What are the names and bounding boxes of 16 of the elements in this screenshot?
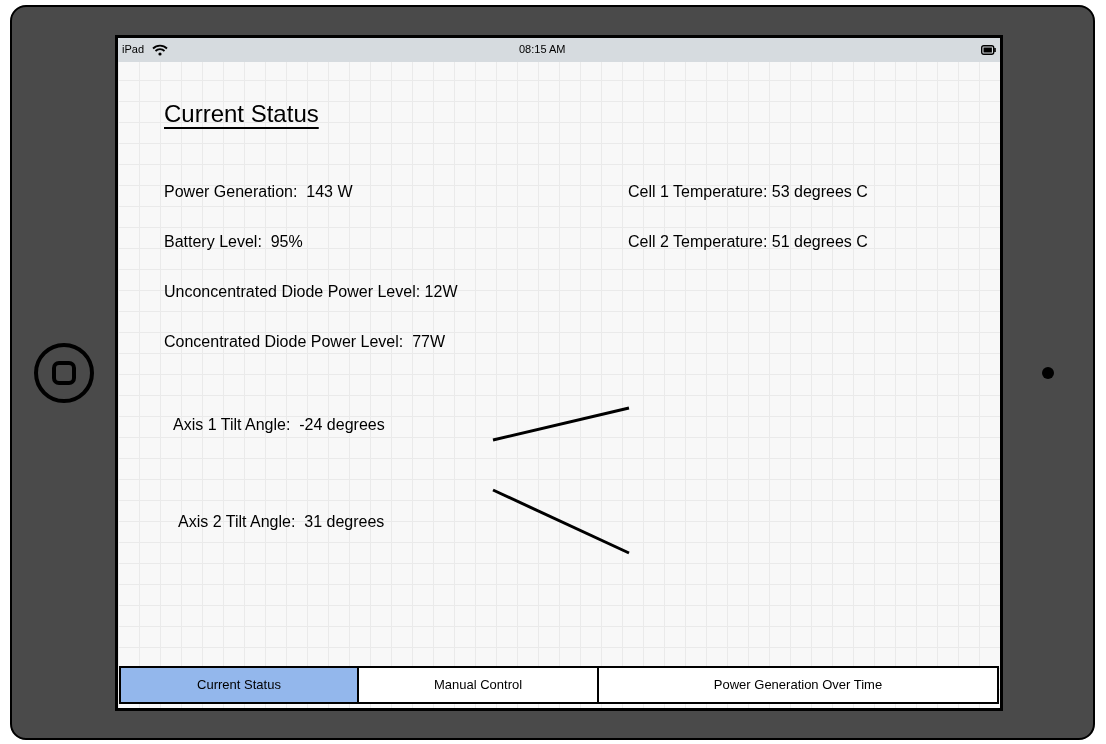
clock-time: 08:15 AM [519,42,566,58]
status-reading: Concentrated Diode Power Level: 77W [164,331,446,350]
tab[interactable]: Current Status [121,667,357,702]
page-title: Current Status [164,98,319,129]
home-button-icon[interactable] [32,341,95,404]
status-reading: Cell 1 Temperature: 53 degrees C [628,181,868,200]
status-reading: Power Generation: 143 W [164,181,353,200]
status-reading: Battery Level: 95% [164,231,303,250]
status-reading: Cell 2 Temperature: 51 degrees C [628,231,868,250]
device-name: iPad [122,42,145,58]
tilt-angle-label: Axis 2 Tilt Angle: 31 degrees [178,511,386,532]
camera-icon [1041,365,1055,380]
battery-icon [981,44,996,55]
wifi-icon [152,43,169,56]
tilt-angle-label: Axis 1 Tilt Angle: -24 degrees [173,414,386,435]
status-reading: Unconcentrated Diode Power Level: 12W [164,281,458,300]
